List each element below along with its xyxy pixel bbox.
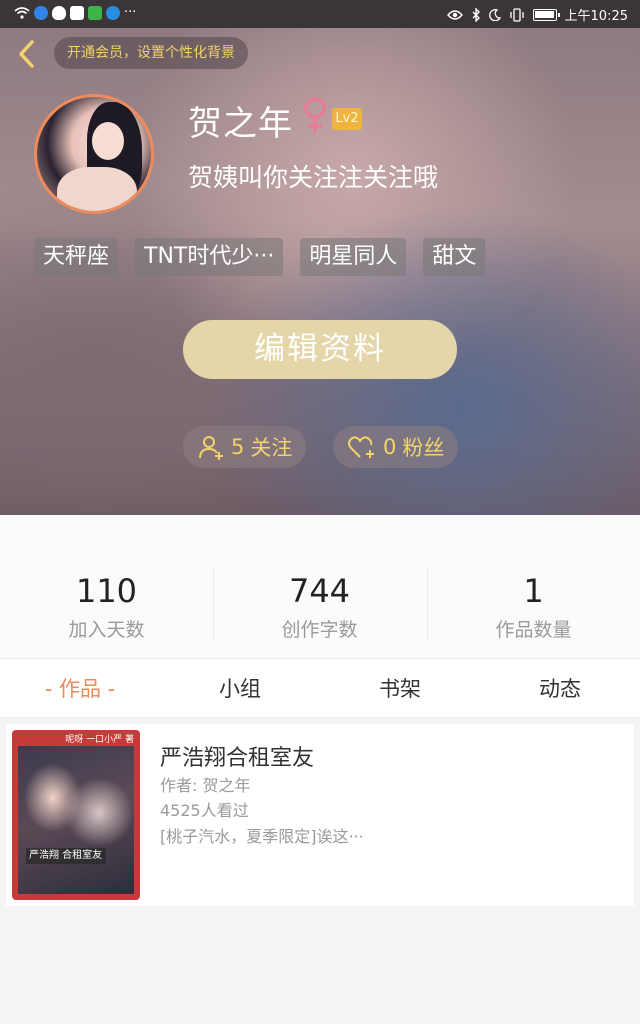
- username: 贺之年: [188, 104, 293, 144]
- browser-icon: [106, 5, 120, 20]
- work-views: 4525人看过: [160, 801, 249, 820]
- work-title[interactable]: 严浩翔合租室友: [160, 740, 314, 772]
- fans-count: 0: [383, 435, 397, 459]
- wifi-icon: [14, 6, 30, 19]
- stat-value: 110: [75, 572, 138, 610]
- tab-groups[interactable]: 小组: [160, 659, 320, 719]
- stat-value: 744: [288, 572, 351, 610]
- stat-join-days: 110 加入天数: [0, 571, 213, 642]
- tag-list: 天秤座 TNT时代少··· 明星同人 甜文: [34, 238, 486, 276]
- qq-icon: [52, 5, 66, 20]
- add-user-icon: [199, 436, 223, 460]
- status-icons-right: 上午10:25: [446, 5, 628, 24]
- tag-item[interactable]: 天秤座: [34, 238, 119, 276]
- video-app-icon: [88, 5, 102, 20]
- profile-header: 开通会员，设置个性化背景 贺之年 Lv2 贺姨叫你关注注关注哦 天秤座 TNT时…: [0, 28, 640, 515]
- heart-plus-icon: [348, 436, 374, 458]
- cover-author-text: 呢呀 一口小严 著: [65, 735, 134, 745]
- tag-item[interactable]: TNT时代少···: [135, 238, 284, 276]
- bluetooth-icon: [472, 7, 480, 22]
- content-tabs: - 作品 - 小组 书架 动态: [0, 658, 640, 718]
- work-summary: [桃子汽水，夏季限定]诶这···: [160, 827, 364, 846]
- back-arrow-icon: [19, 40, 34, 68]
- cover-title-text: 严浩翔 合租室友: [26, 848, 106, 864]
- vibrate-icon: [509, 7, 524, 22]
- level-badge: Lv2: [332, 108, 362, 130]
- eye-icon: [446, 9, 463, 20]
- clock: 上午10:25: [564, 9, 628, 24]
- fans-button[interactable]: 0 粉丝: [333, 426, 459, 468]
- profile-bio: 贺姨叫你关注注关注哦: [188, 163, 439, 192]
- cover-artwork: [18, 746, 134, 894]
- tab-bookshelf[interactable]: 书架: [320, 659, 480, 719]
- avatar[interactable]: [34, 94, 154, 214]
- book-cover[interactable]: 呢呀 一口小严 著 严浩翔 合租室友: [12, 730, 140, 900]
- tab-activity[interactable]: 动态: [480, 659, 640, 719]
- stats-panel: 110 加入天数 744 创作字数 1 作品数量: [0, 515, 640, 658]
- tag-item[interactable]: 明星同人: [300, 238, 407, 276]
- stat-works-count: 1 作品数量: [427, 571, 640, 642]
- female-icon: [304, 97, 326, 133]
- status-icons-left: ···: [14, 5, 136, 20]
- status-bar: ··· 上午10:25: [0, 0, 640, 28]
- tab-works[interactable]: - 作品 -: [0, 659, 160, 719]
- stat-label: 加入天数: [68, 619, 145, 641]
- back-button[interactable]: [12, 36, 40, 72]
- work-author: 作者: 贺之年: [160, 776, 251, 795]
- moon-icon: [488, 8, 501, 21]
- edit-profile-button[interactable]: 编辑资料: [183, 320, 457, 379]
- battery-icon: [532, 8, 560, 21]
- work-card[interactable]: 呢呀 一口小严 著 严浩翔 合租室友 严浩翔合租室友 作者: 贺之年 4525人…: [6, 724, 634, 906]
- following-button[interactable]: 5 关注: [183, 426, 307, 468]
- baidu-icon: [70, 5, 84, 20]
- stat-value: 1: [523, 572, 544, 610]
- app-notification-icon: [34, 5, 48, 20]
- following-count: 5: [231, 435, 245, 459]
- tag-item[interactable]: 甜文: [423, 238, 486, 276]
- vip-background-banner[interactable]: 开通会员，设置个性化背景: [54, 37, 248, 69]
- following-label: 关注: [250, 436, 293, 460]
- more-notifications: ···: [124, 5, 137, 20]
- fans-label: 粉丝: [402, 436, 445, 460]
- stat-label: 作品数量: [495, 619, 572, 641]
- stat-label: 创作字数: [281, 619, 358, 641]
- stat-word-count: 744 创作字数: [213, 571, 426, 642]
